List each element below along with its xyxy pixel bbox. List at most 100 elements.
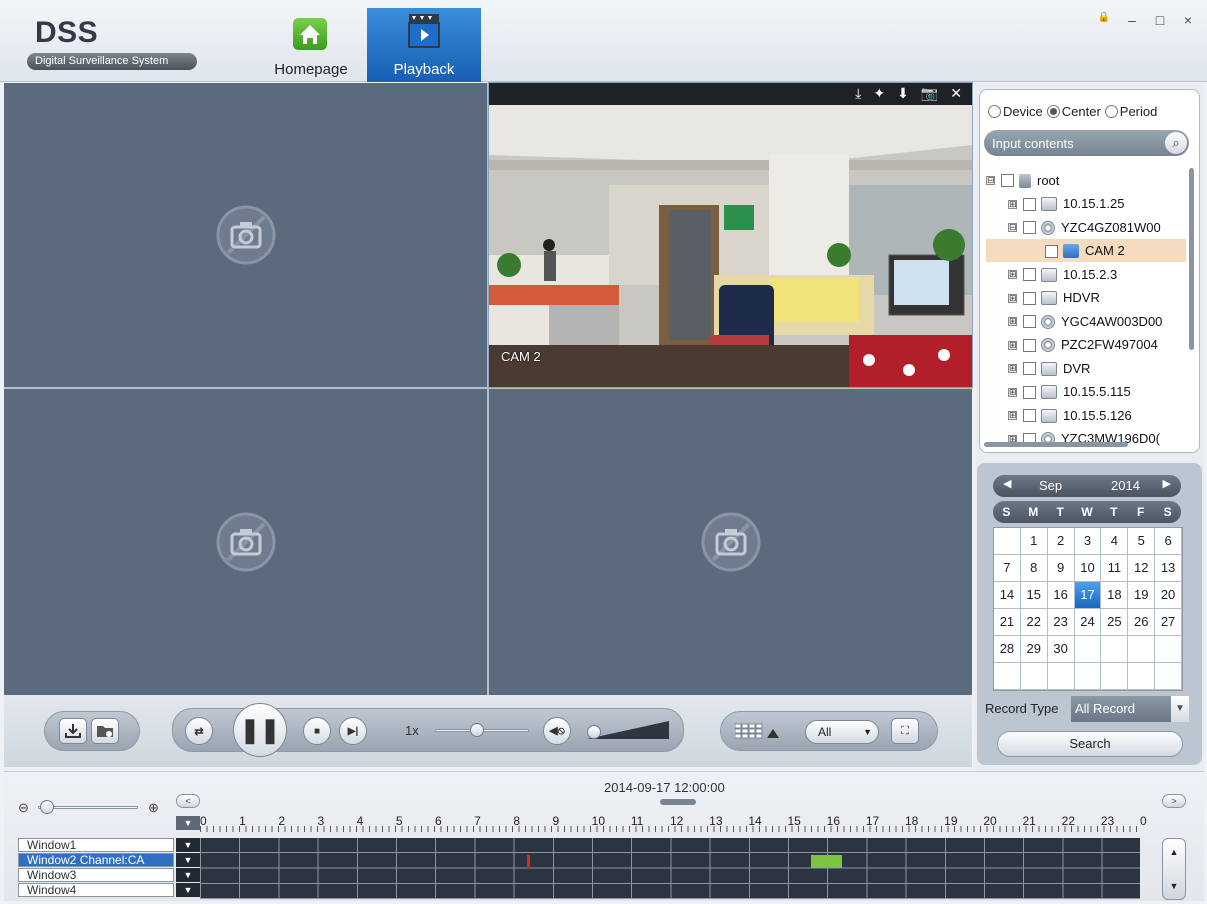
video-pane-2-active[interactable]: ⤓ ✦ ⬇ 📷 ✕ CAM 2: [488, 82, 973, 388]
calendar-day[interactable]: 19: [1128, 582, 1156, 609]
calendar-day[interactable]: 29: [1020, 636, 1048, 663]
calendar-day[interactable]: 11: [1101, 555, 1129, 582]
zoom-out-icon[interactable]: ⊖: [18, 800, 29, 816]
fullscreen-button[interactable]: ⛶: [891, 718, 919, 744]
tree-node[interactable]: ⊞ 10.15.5.115: [986, 380, 1186, 404]
timeline-scroll-left-button[interactable]: <: [176, 794, 200, 808]
tree-checkbox[interactable]: [1045, 244, 1058, 258]
tree-expander-icon[interactable]: ⊞: [1008, 270, 1017, 280]
search-icon[interactable]: ⌕: [1165, 132, 1187, 154]
record-segment[interactable]: [527, 855, 530, 868]
video-pane-3[interactable]: [4, 389, 487, 695]
tree-expander-icon[interactable]: ⊞: [1008, 364, 1017, 374]
search-button[interactable]: Search: [997, 731, 1183, 757]
calendar-day[interactable]: 27: [1155, 609, 1182, 636]
tree-checkbox[interactable]: [1023, 409, 1036, 423]
chevron-down-icon[interactable]: ▼: [1163, 881, 1185, 891]
calendar-day[interactable]: 5: [1128, 528, 1156, 555]
calendar-day[interactable]: 17: [1074, 582, 1102, 609]
calendar-day[interactable]: 2: [1047, 528, 1075, 555]
calendar-day[interactable]: 22: [1020, 609, 1048, 636]
timeline-window-row[interactable]: Window3 ▼: [18, 868, 202, 883]
tree-node[interactable]: ⊞ PZC2FW497004: [986, 333, 1186, 357]
tree-node[interactable]: ⊞ YGC4AW003D00: [986, 309, 1186, 333]
tree-expander-icon[interactable]: ⊟: [1008, 223, 1017, 233]
tree-expander-icon[interactable]: ⊞: [1008, 293, 1017, 303]
timeline-window-label[interactable]: Window2 Channel:CA: [18, 853, 174, 867]
maximize-button[interactable]: □: [1153, 12, 1167, 28]
prev-month-button[interactable]: ◀: [1003, 477, 1011, 490]
tree-checkbox[interactable]: [1023, 338, 1036, 352]
calendar-day[interactable]: 1: [1020, 528, 1048, 555]
collapse-all-icon[interactable]: ▼: [176, 816, 200, 830]
calendar-day[interactable]: 4: [1101, 528, 1129, 555]
volume-slider[interactable]: [587, 719, 673, 743]
timeline-window-row[interactable]: Window1 ▼: [18, 838, 202, 853]
radio-period[interactable]: Period: [1104, 104, 1157, 119]
timeline-window-label[interactable]: Window3: [18, 868, 174, 882]
chevron-down-icon[interactable]: ▼: [176, 853, 200, 867]
timeline-window-row[interactable]: Window2 Channel:CA ▼: [18, 853, 202, 868]
calendar-day[interactable]: 8: [1020, 555, 1048, 582]
close-button[interactable]: ×: [1181, 12, 1195, 28]
calendar-day[interactable]: 3: [1074, 528, 1102, 555]
chevron-up-icon[interactable]: ▲: [1163, 847, 1185, 857]
lock-icon[interactable]: 🔒: [1097, 12, 1111, 28]
tree-checkbox[interactable]: [1023, 362, 1036, 376]
tree-node[interactable]: ⊞ 10.15.1.25: [986, 192, 1186, 216]
timeline-resize-grip[interactable]: [660, 799, 696, 805]
tree-horizontal-scrollbar[interactable]: [984, 442, 1128, 447]
calendar-day[interactable]: 15: [1020, 582, 1048, 609]
video-pane-4[interactable]: [489, 389, 972, 695]
record-type-select[interactable]: All Record ▼: [1071, 696, 1189, 722]
calendar-day[interactable]: 25: [1101, 609, 1129, 636]
tree-expander-icon[interactable]: ⊞: [1008, 199, 1017, 209]
timeline-window-label[interactable]: Window1: [18, 838, 174, 852]
pause-button[interactable]: ❚❚: [233, 703, 287, 757]
tree-checkbox[interactable]: [1023, 385, 1036, 399]
pin-icon[interactable]: ✦: [873, 85, 885, 102]
tree-node[interactable]: ⊞ 10.15.2.3: [986, 262, 1186, 286]
tree-checkbox[interactable]: [1023, 315, 1036, 329]
timeline-zoom-knob[interactable]: [40, 800, 54, 814]
tree-node[interactable]: ⊞ DVR: [986, 356, 1186, 380]
timeline-scroll-right-button[interactable]: >: [1162, 794, 1186, 808]
calendar-day[interactable]: 14: [994, 582, 1021, 609]
tree-node[interactable]: ⊞ 10.15.5.126: [986, 403, 1186, 427]
sync-playback-button[interactable]: ⇄: [185, 717, 213, 745]
tree-node[interactable]: ⊟ YZC4GZ081W00: [986, 215, 1186, 239]
mute-button[interactable]: ◀⦸: [543, 717, 571, 745]
timeline-window-row[interactable]: Window4 ▼: [18, 883, 202, 898]
filter-select[interactable]: All ▼: [805, 720, 879, 744]
close-video-icon[interactable]: ✕: [950, 85, 962, 102]
tree-node[interactable]: CAM 2: [986, 238, 1186, 262]
calendar-day[interactable]: 9: [1047, 555, 1075, 582]
tree-checkbox[interactable]: [1023, 221, 1036, 235]
tree-expander-icon[interactable]: ⊞: [1008, 317, 1017, 327]
calendar-day[interactable]: 10: [1074, 555, 1102, 582]
calendar-day[interactable]: 28: [994, 636, 1021, 663]
download-record-button[interactable]: [59, 718, 87, 744]
timeline-window-label[interactable]: Window4: [18, 883, 174, 897]
tree-node[interactable]: ⊞ HDVR: [986, 286, 1186, 310]
calendar-day[interactable]: 16: [1047, 582, 1075, 609]
chevron-down-icon[interactable]: ▼: [176, 868, 200, 882]
tab-playback[interactable]: Playback: [367, 8, 481, 82]
chevron-down-icon[interactable]: ▼: [176, 838, 200, 852]
tree-checkbox[interactable]: [1023, 268, 1036, 282]
radio-center[interactable]: Center: [1046, 104, 1101, 119]
download-icon[interactable]: ⬇: [897, 85, 909, 102]
video-pane-1[interactable]: [4, 83, 487, 387]
calendar-day[interactable]: 21: [994, 609, 1021, 636]
tree-checkbox[interactable]: [1023, 291, 1036, 305]
volume-slider-knob[interactable]: [587, 725, 601, 739]
split-layout-button[interactable]: [734, 722, 783, 742]
next-month-button[interactable]: ▶: [1163, 477, 1171, 490]
timeline-record-grid[interactable]: [200, 838, 1140, 899]
tree-node[interactable]: ⊟ root: [986, 168, 1186, 192]
calendar-day[interactable]: 30: [1047, 636, 1075, 663]
calendar-day[interactable]: 12: [1128, 555, 1156, 582]
open-folder-button[interactable]: [91, 718, 119, 744]
calendar-day[interactable]: 6: [1155, 528, 1182, 555]
step-forward-button[interactable]: ▶|: [339, 717, 367, 745]
